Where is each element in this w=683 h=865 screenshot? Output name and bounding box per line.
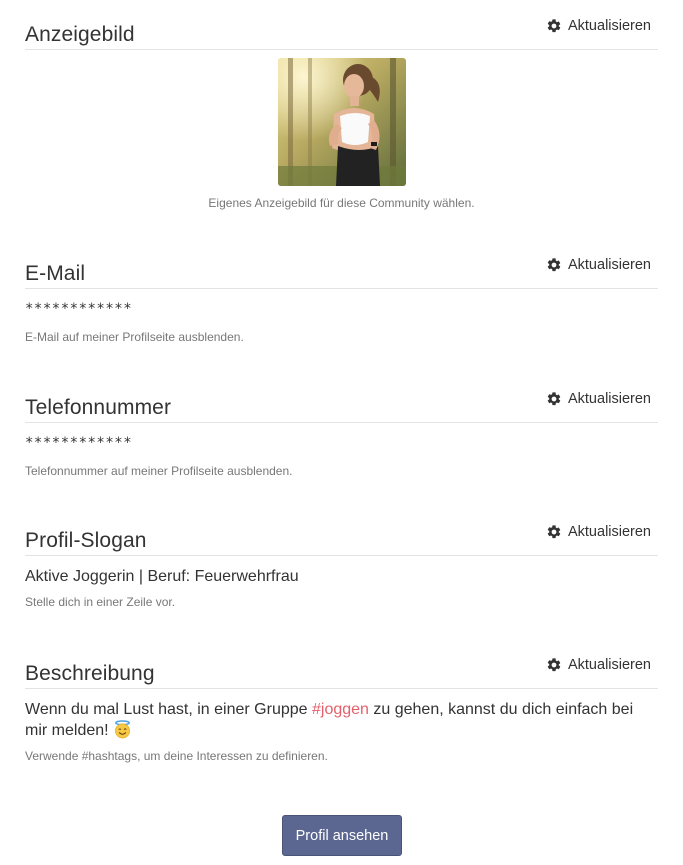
avatar-section-title: Anzeigebild	[25, 23, 135, 46]
phone-hint: Telefonnummer auf meiner Profilseite aus…	[25, 464, 293, 478]
avatar-hint: Eigenes Anzeigebild für diese Community …	[208, 196, 475, 210]
gear-icon	[546, 18, 562, 34]
phone-update-button[interactable]: Aktualisieren	[546, 391, 651, 407]
phone-update-label: Aktualisieren	[567, 391, 651, 407]
avatar-section-header: Anzeigebild Aktualisieren	[25, 18, 658, 50]
slogan-update-button[interactable]: Aktualisieren	[546, 524, 651, 540]
email-update-label: Aktualisieren	[567, 257, 651, 273]
email-section-header: E-Mail Aktualisieren	[25, 257, 658, 289]
phone-section-title: Telefonnummer	[25, 396, 172, 419]
description-update-button[interactable]: Aktualisieren	[546, 657, 651, 673]
avatar-image[interactable]	[277, 58, 406, 186]
view-profile-button[interactable]: Profil ansehen	[282, 815, 402, 856]
gear-icon	[546, 524, 562, 540]
description-hint: Verwende #hashtags, um deine Interessen …	[25, 749, 328, 763]
hashtag-link[interactable]: #joggen	[312, 701, 369, 718]
avatar-update-button[interactable]: Aktualisieren	[546, 18, 651, 34]
description-section: Beschreibung Aktualisieren Wenn du mal L…	[25, 657, 658, 763]
description-section-title: Beschreibung	[25, 662, 155, 685]
gear-icon	[546, 657, 562, 673]
email-hint: E-Mail auf meiner Profilseite ausblenden…	[25, 330, 244, 344]
description-text: Wenn du mal Lust hast, in einer Gruppe #…	[25, 699, 658, 741]
email-value: ************	[25, 301, 133, 317]
gear-icon	[546, 391, 562, 407]
slogan-section: Profil-Slogan Aktualisieren Aktive Jogge…	[25, 524, 658, 609]
description-section-header: Beschreibung Aktualisieren	[25, 657, 658, 689]
avatar-section: Anzeigebild Aktualisieren Eigenes Anzeig…	[25, 18, 658, 210]
smiling-halo-emoji-icon	[115, 720, 130, 739]
slogan-section-title: Profil-Slogan	[25, 529, 147, 552]
email-update-button[interactable]: Aktualisieren	[546, 257, 651, 273]
slogan-section-header: Profil-Slogan Aktualisieren	[25, 524, 658, 556]
phone-value: ************	[25, 435, 133, 451]
description-text-before: Wenn du mal Lust hast, in einer Gruppe	[25, 701, 312, 718]
slogan-update-label: Aktualisieren	[567, 524, 651, 540]
phone-section: Telefonnummer Aktualisieren ************…	[25, 391, 658, 478]
avatar-update-label: Aktualisieren	[567, 18, 651, 34]
email-section: E-Mail Aktualisieren ************ E-Mail…	[25, 257, 658, 344]
phone-section-header: Telefonnummer Aktualisieren	[25, 391, 658, 423]
slogan-hint: Stelle dich in einer Zeile vor.	[25, 595, 176, 609]
email-section-title: E-Mail	[25, 262, 86, 285]
gear-icon	[546, 257, 562, 273]
description-update-label: Aktualisieren	[567, 657, 651, 673]
slogan-value: Aktive Joggerin | Beruf: Feuerwehrfrau	[25, 568, 299, 585]
